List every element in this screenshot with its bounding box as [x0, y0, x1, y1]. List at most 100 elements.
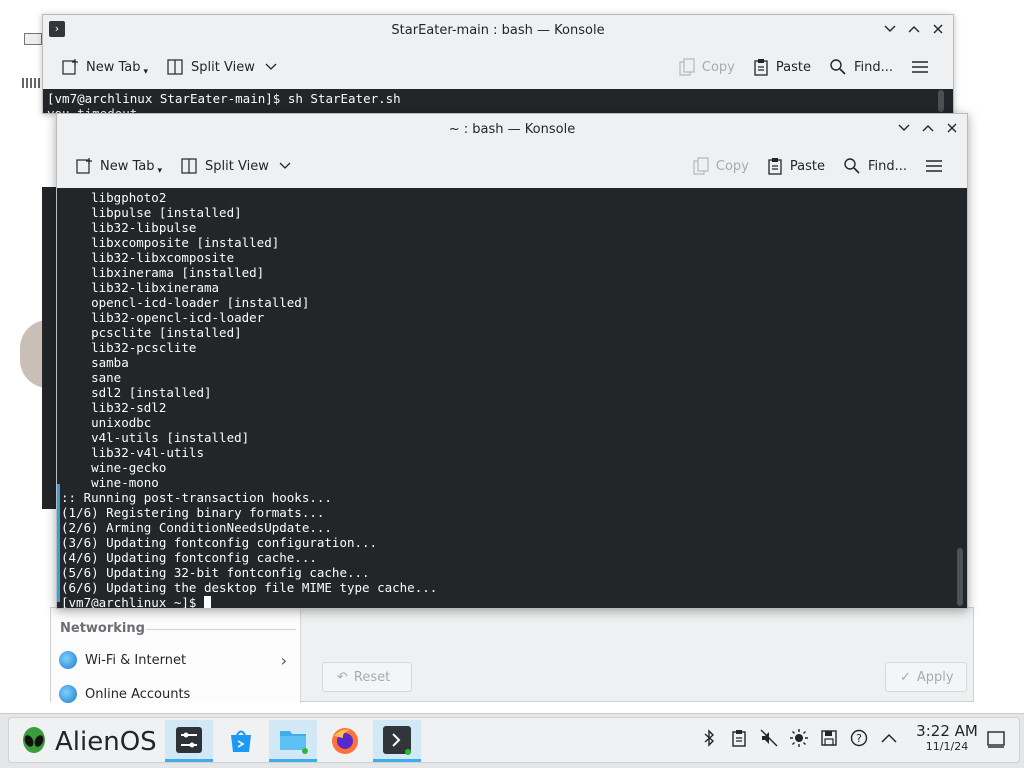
- paste-button[interactable]: Paste: [747, 52, 817, 82]
- terminal-line: (3/6) Updating fontconfig configuration.…: [61, 535, 378, 550]
- paste-button[interactable]: Paste: [761, 151, 831, 181]
- terminal-view[interactable]: [vm7@archlinux StarEater-main]$ sh StarE…: [43, 89, 953, 113]
- split-view-icon: [167, 59, 183, 75]
- reset-icon: ↶: [337, 669, 348, 685]
- window-title: ~ : bash — Konsole: [448, 121, 576, 137]
- konsole-app-icon: ›: [49, 21, 65, 37]
- hamburger-menu-icon[interactable]: [919, 151, 949, 181]
- terminal-prompt[interactable]: [vm7@archlinux ~]$: [61, 595, 437, 608]
- terminal-line: unixodbc: [61, 415, 152, 430]
- brightness-icon[interactable]: [789, 728, 809, 748]
- konsole-window-front[interactable]: ~ : bash — Konsole New Tab ▾ Split View …: [56, 113, 968, 609]
- help-icon[interactable]: ?: [849, 728, 869, 748]
- terminal-line: lib32-libxinerama: [61, 280, 220, 295]
- terminal-line: sdl2 [installed]: [61, 385, 212, 400]
- minimize-icon[interactable]: [881, 20, 899, 38]
- task-firefox[interactable]: [321, 720, 369, 762]
- digital-clock[interactable]: 3:22 AM 11/1/24: [909, 724, 985, 754]
- task-file-manager[interactable]: [269, 720, 317, 762]
- terminal-line: (2/6) Arming ConditionNeedsUpdate...: [61, 520, 332, 535]
- clock-time: 3:22 AM: [916, 722, 978, 740]
- globe-icon: [59, 651, 77, 669]
- terminal-output: libgphoto2 libpulse [installed] lib32-li…: [61, 190, 437, 608]
- sidebar-item-wifi[interactable]: Wi-Fi & Internet ›: [59, 647, 295, 673]
- alien-icon: [23, 727, 45, 753]
- text-cursor: [204, 596, 211, 608]
- new-tab-button[interactable]: New Tab ▾: [55, 52, 154, 82]
- copy-button[interactable]: Copy: [673, 52, 741, 82]
- svg-text:?: ?: [856, 732, 862, 745]
- new-tab-button[interactable]: New Tab ▾: [69, 151, 168, 181]
- chevron-down-icon[interactable]: [279, 162, 291, 170]
- maximize-icon[interactable]: [919, 119, 937, 137]
- title-bar[interactable]: ~ : bash — Konsole: [57, 114, 967, 144]
- dropdown-arrow-icon: ▾: [157, 166, 163, 176]
- maximize-icon[interactable]: [905, 20, 923, 38]
- terminal-line: (1/6) Registering binary formats...: [61, 505, 325, 520]
- close-icon[interactable]: [943, 119, 961, 137]
- find-button[interactable]: Find...: [823, 52, 899, 82]
- clipboard-icon[interactable]: [729, 728, 749, 748]
- terminal-line: libgphoto2: [61, 190, 167, 205]
- split-view-icon: [181, 158, 197, 174]
- reset-button[interactable]: ↶ Reset: [322, 662, 412, 692]
- apply-button[interactable]: ✓ Apply: [885, 662, 967, 692]
- terminal-line: wine-mono: [61, 475, 159, 490]
- task-konsole[interactable]: [373, 720, 421, 762]
- taskbar: AlienOS ? 3:22 AM 11/1/24: [0, 713, 1024, 768]
- section-divider: [146, 629, 296, 630]
- terminal-line: lib32-v4l-utils: [61, 445, 204, 460]
- paste-icon: [754, 59, 768, 76]
- split-view-button[interactable]: Split View: [160, 52, 261, 82]
- terminal-view[interactable]: libgphoto2 libpulse [installed] lib32-li…: [57, 188, 967, 608]
- panel: AlienOS ? 3:22 AM 11/1/24: [8, 717, 1020, 763]
- terminal-line: pcsclite [installed]: [61, 325, 242, 340]
- terminal-line: (4/6) Updating fontconfig cache...: [61, 550, 317, 565]
- terminal-scrollbar[interactable]: [957, 548, 963, 606]
- terminal-line: samba: [61, 355, 129, 370]
- dropdown-arrow-icon: ▾: [143, 67, 149, 77]
- chevron-down-icon[interactable]: [265, 63, 277, 71]
- split-view-button[interactable]: Split View: [174, 151, 275, 181]
- terminal-line: libxcomposite [installed]: [61, 235, 280, 250]
- volume-muted-icon[interactable]: [759, 728, 779, 748]
- terminal-line: libpulse [installed]: [61, 205, 242, 220]
- terminal-line: (6/6) Updating the desktop file MIME typ…: [61, 580, 438, 595]
- find-button[interactable]: Find...: [837, 151, 913, 181]
- terminal-line: :: Running post-transaction hooks...: [61, 490, 332, 505]
- terminal-line: lib32-libxcomposite: [61, 250, 235, 265]
- copy-icon: [679, 58, 695, 76]
- task-discover[interactable]: [217, 720, 265, 762]
- konsole-window-back[interactable]: › StarEater-main : bash — Konsole New Ta…: [42, 14, 954, 114]
- close-icon[interactable]: [929, 20, 947, 38]
- settings-footer: ↶ Reset ✓ Apply: [322, 660, 968, 700]
- task-system-settings[interactable]: [165, 720, 213, 762]
- hamburger-menu-icon[interactable]: [905, 52, 935, 82]
- terminal-line: [vm7@archlinux StarEater-main]$ sh StarE…: [47, 91, 401, 106]
- sidebar-item-online-accounts[interactable]: Online Accounts: [59, 681, 295, 707]
- show-desktop-icon[interactable]: [987, 730, 1005, 752]
- discover-icon: [231, 730, 251, 752]
- application-launcher[interactable]: AlienOS: [21, 724, 157, 760]
- accounts-icon: [59, 685, 77, 703]
- sidebar-item-label: Online Accounts: [85, 686, 191, 702]
- title-bar[interactable]: › StarEater-main : bash — Konsole: [43, 15, 953, 45]
- expand-tray-icon[interactable]: [879, 728, 899, 748]
- system-settings-window: Networking Wi-Fi & Internet › Online Acc…: [50, 607, 974, 703]
- terminal-line: opencl-icd-loader [installed]: [61, 295, 310, 310]
- terminal-line: lib32-libpulse: [61, 220, 197, 235]
- copy-button[interactable]: Copy: [687, 151, 755, 181]
- terminal-line: you timedout: [47, 106, 401, 113]
- bluetooth-icon[interactable]: [699, 728, 719, 748]
- minimize-icon[interactable]: [895, 119, 913, 137]
- konsole-icon: [383, 725, 411, 755]
- back-scrollbar[interactable]: [938, 90, 944, 112]
- terminal-line: lib32-opencl-icd-loader: [61, 310, 265, 325]
- terminal-line: lib32-pcsclite: [61, 340, 197, 355]
- keyboard-icon: [22, 78, 42, 88]
- disk-icon[interactable]: [819, 728, 839, 748]
- system-tray: ?: [699, 728, 899, 748]
- search-icon: [830, 59, 846, 75]
- firefox-icon: [332, 728, 358, 754]
- terminal-output: [vm7@archlinux StarEater-main]$ sh StarE…: [47, 91, 401, 113]
